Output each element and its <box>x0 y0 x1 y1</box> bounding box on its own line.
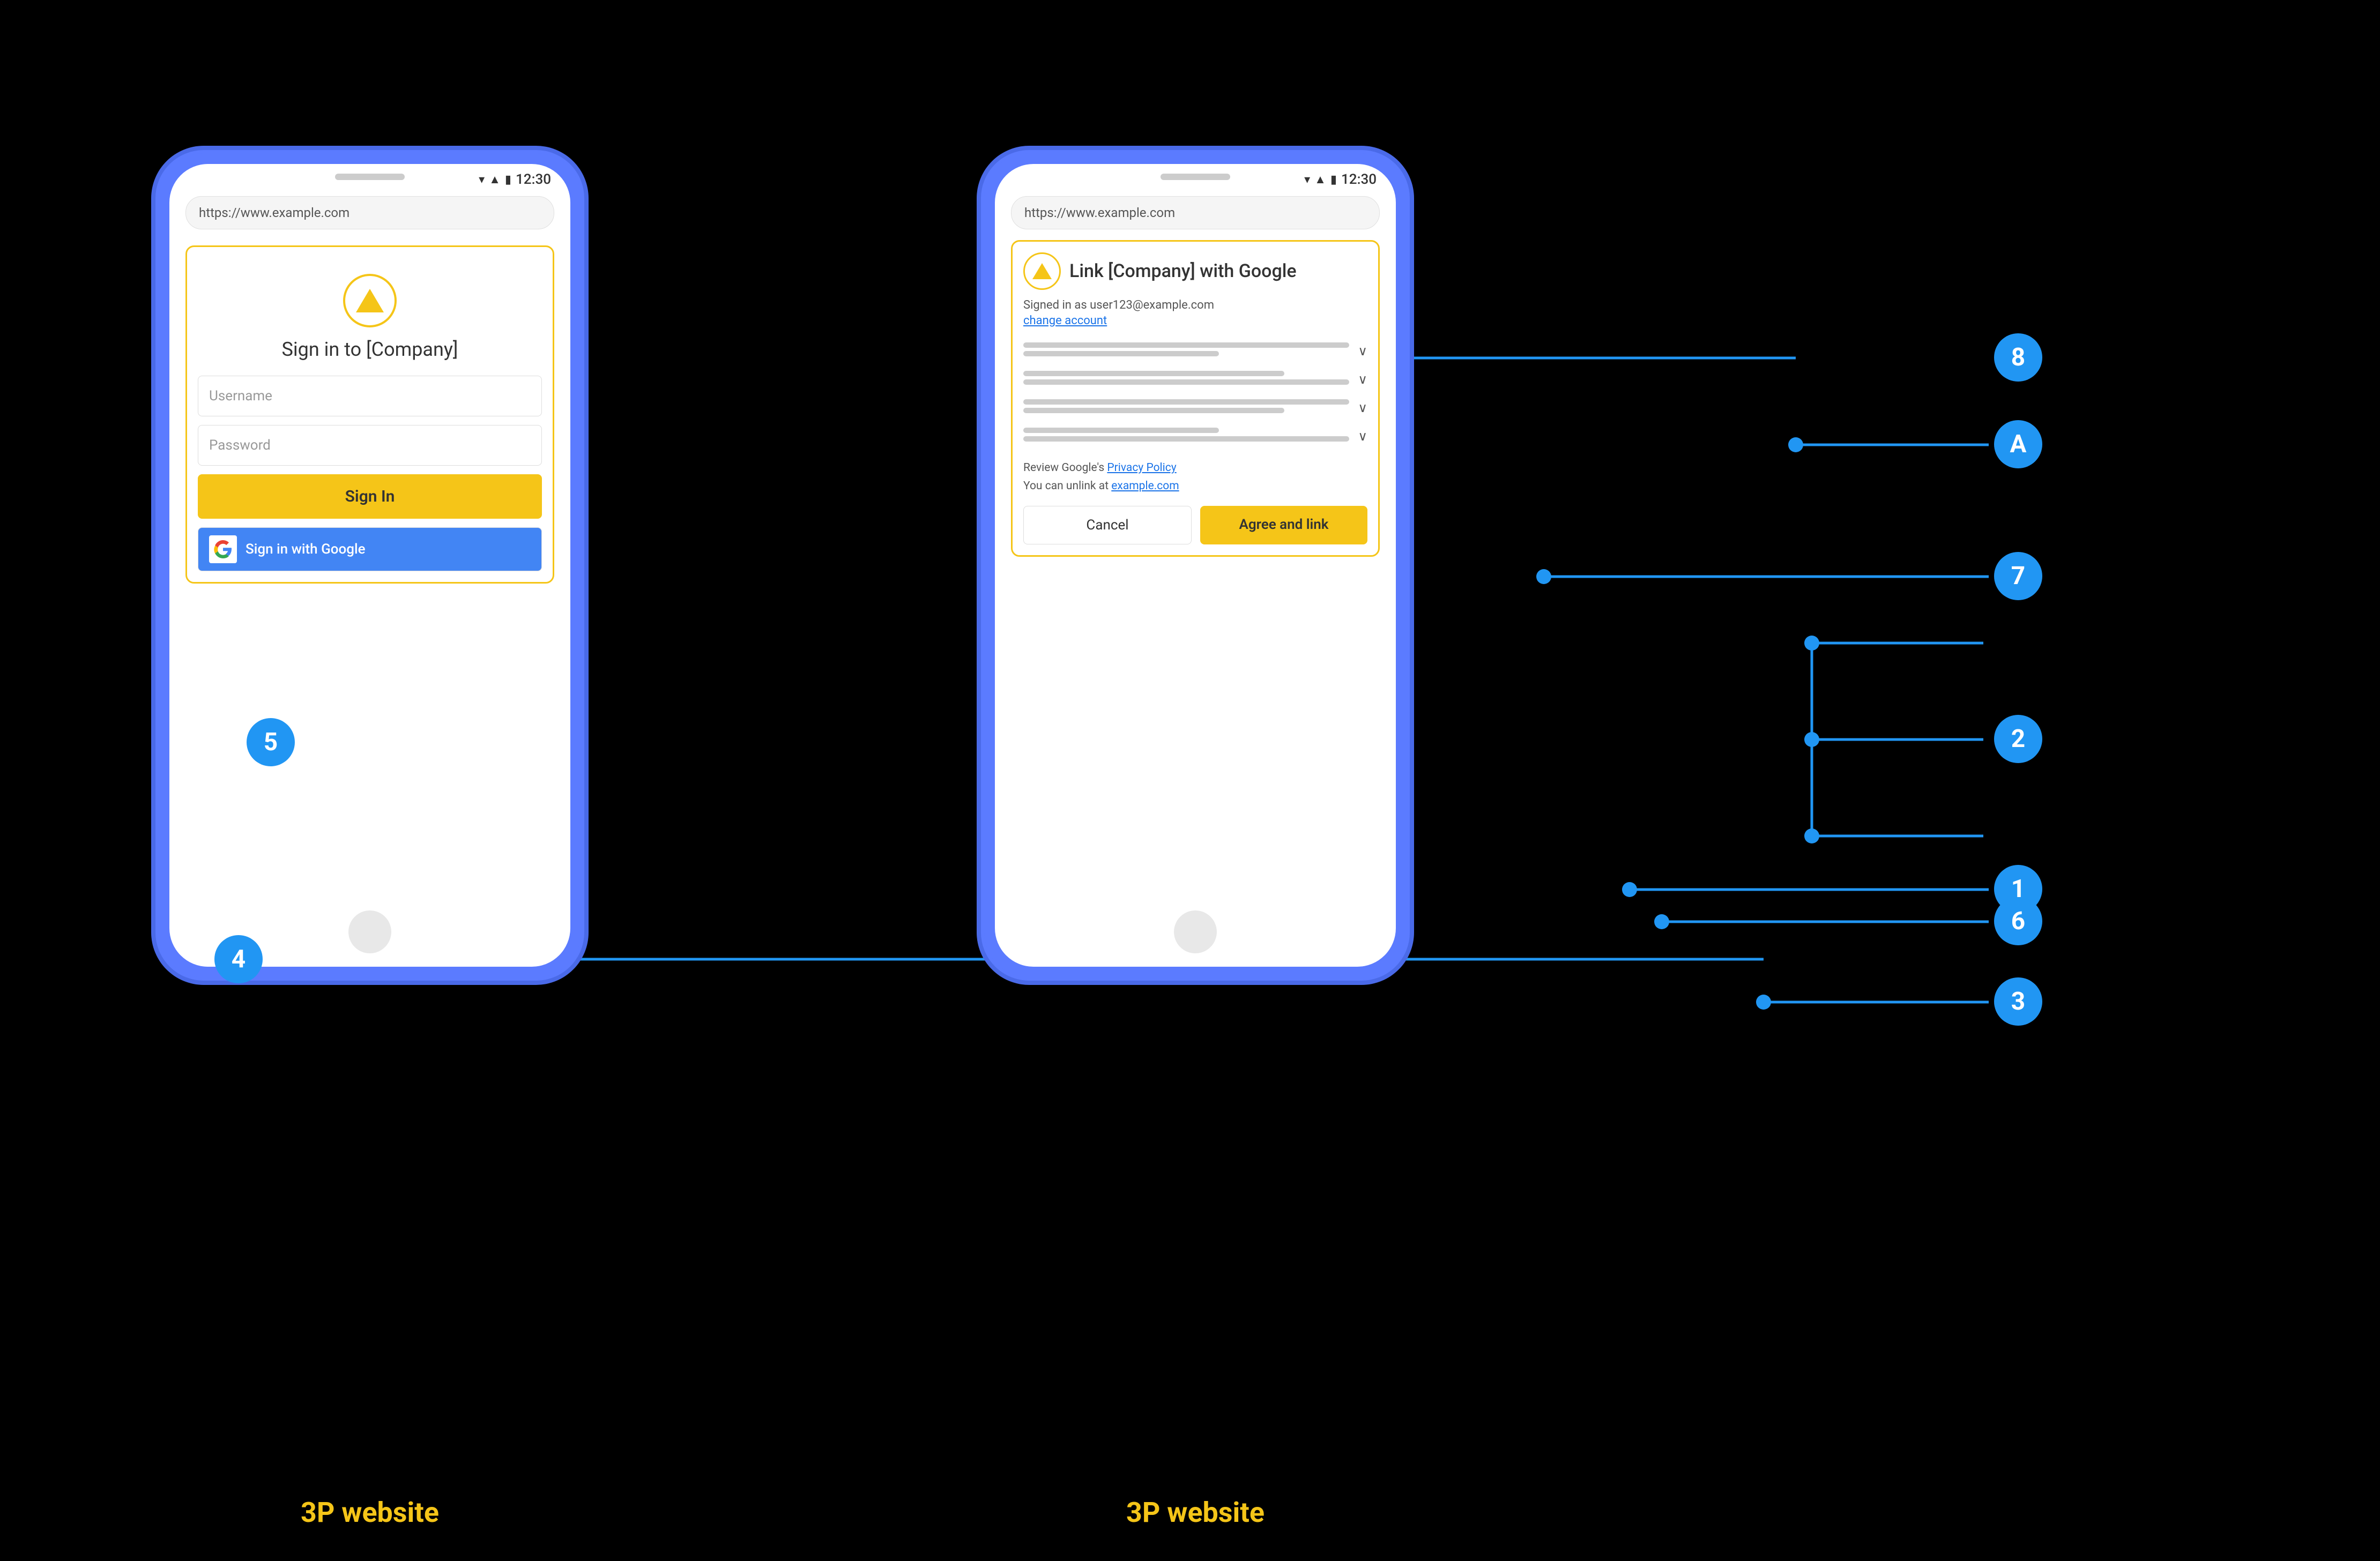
perm-line <box>1023 351 1219 356</box>
unlink-link[interactable]: example.com <box>1111 480 1179 492</box>
status-time-1: 12:30 <box>516 171 551 188</box>
url-bar-1[interactable]: https://www.example.com <box>185 196 554 229</box>
status-bar-1: ▾ ▲ ▮ 12:30 <box>169 164 570 191</box>
perm-line <box>1023 379 1349 385</box>
privacy-policy-link[interactable]: Privacy Policy <box>1107 461 1176 474</box>
chevron-icon-1[interactable]: ∨ <box>1358 343 1367 358</box>
phone1-label: 3P website <box>155 1496 584 1529</box>
annotation-a: A <box>1994 420 2042 468</box>
perm-line <box>1023 342 1349 348</box>
annotation-4: 4 <box>214 935 263 983</box>
battery-icon: ▮ <box>505 173 511 186</box>
google-sign-in-button[interactable]: Sign in with Google <box>198 527 542 571</box>
chevron-icon-3[interactable]: ∨ <box>1358 400 1367 415</box>
notch-1 <box>335 174 405 180</box>
annotation-2: 2 <box>1994 715 2042 763</box>
status-time-2: 12:30 <box>1341 171 1377 188</box>
annotation-3: 3 <box>1994 977 2042 1026</box>
signed-in-text: Signed in as user123@example.com <box>1023 298 1367 312</box>
annotation-6: 6 <box>1994 897 2042 945</box>
status-icons-2: ▾ ▲ ▮ 12:30 <box>1304 171 1377 188</box>
perm-row-3: ∨ <box>1023 394 1367 422</box>
perm-lines-2 <box>1023 371 1358 388</box>
phone-1: ▾ ▲ ▮ 12:30 https://www.example.com <box>155 150 584 981</box>
perm-row-2: ∨ <box>1023 365 1367 394</box>
username-field[interactable]: Username <box>198 376 542 416</box>
perm-line <box>1023 399 1349 405</box>
status-bar-2: ▾ ▲ ▮ 12:30 <box>995 164 1396 191</box>
perm-line <box>1023 428 1219 433</box>
home-button-1[interactable] <box>348 910 391 953</box>
link-header: Link [Company] with Google <box>1023 252 1367 290</box>
perm-lines-3 <box>1023 399 1358 416</box>
cancel-button[interactable]: Cancel <box>1023 506 1192 544</box>
notch-2 <box>1161 174 1230 180</box>
logo-circle-1 <box>343 274 397 327</box>
perm-row-4: ∨ <box>1023 422 1367 451</box>
agree-button[interactable]: Agree and link <box>1200 506 1367 544</box>
perm-row-1: ∨ <box>1023 337 1367 365</box>
annotation-7: 7 <box>1994 552 2042 600</box>
annotation-5: 5 <box>247 718 295 766</box>
battery-icon-2: ▮ <box>1330 173 1337 186</box>
google-btn-label: Sign in with Google <box>246 541 366 557</box>
phone1-content-area: Sign in to [Company] Username Password S… <box>185 245 554 584</box>
url-bar-2[interactable]: https://www.example.com <box>1011 196 1380 229</box>
phone1-logo <box>198 274 542 327</box>
phone-2: ▾ ▲ ▮ 12:30 https://www.example.com Link <box>981 150 1410 981</box>
chevron-icon-4[interactable]: ∨ <box>1358 429 1367 444</box>
button-row: Cancel Agree and link <box>1023 506 1367 544</box>
phone2-content-area: Link [Company] with Google Signed in as … <box>1011 240 1380 557</box>
change-account-link[interactable]: change account <box>1023 314 1107 327</box>
unlink-prefix: You can unlink at <box>1023 480 1111 492</box>
link-triangle <box>1032 263 1052 279</box>
perm-line <box>1023 436 1349 442</box>
wifi-icon: ▾ <box>479 173 485 186</box>
signal-icon-2: ▲ <box>1314 173 1326 186</box>
policy-section: Review Google's Privacy Policy You can u… <box>1023 459 1367 495</box>
chevron-icon-2[interactable]: ∨ <box>1358 372 1367 387</box>
wifi-icon-2: ▾ <box>1304 173 1310 186</box>
status-icons-1: ▾ ▲ ▮ 12:30 <box>479 171 551 188</box>
perm-line <box>1023 408 1284 413</box>
link-title: Link [Company] with Google <box>1069 260 1297 282</box>
link-logo-small <box>1023 252 1061 290</box>
password-field[interactable]: Password <box>198 425 542 466</box>
signal-icon: ▲ <box>489 173 501 186</box>
perm-lines-1 <box>1023 342 1358 360</box>
perm-lines-4 <box>1023 428 1358 445</box>
policy-prefix: Review Google's <box>1023 461 1107 474</box>
perm-line <box>1023 371 1284 376</box>
annotation-8: 8 <box>1994 333 2042 382</box>
home-button-2[interactable] <box>1174 910 1217 953</box>
logo-triangle-1 <box>356 289 384 312</box>
google-g-icon <box>214 540 232 558</box>
google-icon-wrapper <box>209 535 237 563</box>
phone2-label: 3P website <box>981 1496 1410 1529</box>
sign-in-button[interactable]: Sign In <box>198 474 542 519</box>
sign-in-title: Sign in to [Company] <box>198 338 542 361</box>
